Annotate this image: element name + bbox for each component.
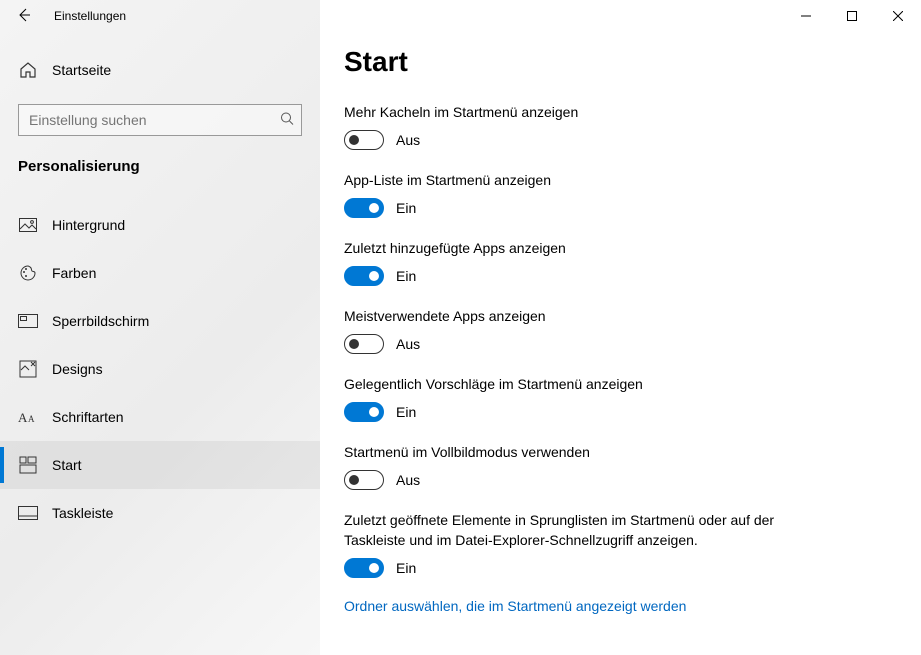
toggle-switch[interactable]: [344, 266, 384, 286]
toggle-row: Aus: [344, 470, 897, 490]
themes-icon: [18, 359, 38, 379]
setting-group: Zuletzt geöffnete Elemente in Sprunglist…: [344, 510, 897, 578]
sidebar-item-label: Schriftarten: [52, 409, 124, 425]
page-title: Start: [344, 46, 897, 78]
toggle-state-label: Aus: [396, 132, 420, 148]
toggle-switch[interactable]: [344, 402, 384, 422]
toggle-row: Ein: [344, 266, 897, 286]
lockscreen-icon: [18, 311, 38, 331]
sidebar-item-label: Hintergrund: [52, 217, 125, 233]
settings-list: Mehr Kacheln im Startmenü anzeigen Aus App…: [344, 102, 897, 578]
toggle-state-label: Aus: [396, 336, 420, 352]
toggle-state-label: Ein: [396, 200, 416, 216]
setting-group: Zuletzt hinzugefügte Apps anzeigen Ein: [344, 238, 897, 286]
choose-folders-link[interactable]: Ordner auswählen, die im Startmenü angez…: [344, 598, 897, 614]
back-button[interactable]: [0, 0, 48, 32]
sidebar: Einstellungen Startseite Personalisierun…: [0, 0, 320, 655]
search-box[interactable]: [18, 104, 302, 136]
setting-group: Gelegentlich Vorschläge im Startmenü anz…: [344, 374, 897, 422]
sidebar-item-farben[interactable]: Farben: [0, 249, 320, 297]
toggle-switch[interactable]: [344, 130, 384, 150]
toggle-knob: [369, 271, 379, 281]
window-controls: [783, 0, 921, 32]
setting-group: App-Liste im Startmenü anzeigen Ein: [344, 170, 897, 218]
app-title: Einstellungen: [48, 9, 126, 23]
toggle-knob: [349, 475, 359, 485]
sidebar-item-schriftarten[interactable]: AA Schriftarten: [0, 393, 320, 441]
back-arrow-icon: [16, 7, 32, 26]
setting-label: Startmenü im Vollbildmodus verwenden: [344, 442, 824, 462]
sidebar-item-hintergrund[interactable]: Hintergrund: [0, 201, 320, 249]
setting-label: Meistverwendete Apps anzeigen: [344, 306, 824, 326]
toggle-switch[interactable]: [344, 198, 384, 218]
close-icon: [893, 8, 903, 24]
toggle-state-label: Aus: [396, 472, 420, 488]
toggle-switch[interactable]: [344, 470, 384, 490]
minimize-icon: [801, 8, 811, 24]
toggle-row: Ein: [344, 558, 897, 578]
taskbar-icon: [18, 503, 38, 523]
minimize-button[interactable]: [783, 0, 829, 32]
sidebar-item-label: Taskleiste: [52, 505, 113, 521]
search-input[interactable]: [18, 104, 302, 136]
setting-group: Startmenü im Vollbildmodus verwenden Aus: [344, 442, 897, 490]
setting-label: Mehr Kacheln im Startmenü anzeigen: [344, 102, 824, 122]
toggle-knob: [369, 407, 379, 417]
toggle-knob: [369, 563, 379, 573]
toggle-row: Aus: [344, 334, 897, 354]
setting-group: Meistverwendete Apps anzeigen Aus: [344, 306, 897, 354]
sidebar-item-label: Start: [52, 457, 82, 473]
toggle-knob: [349, 135, 359, 145]
sidebar-item-label: Sperrbildschirm: [52, 313, 149, 329]
toggle-state-label: Ein: [396, 268, 416, 284]
sidebar-item-label: Farben: [52, 265, 96, 281]
toggle-row: Ein: [344, 198, 897, 218]
sidebar-section-header: Personalisierung: [0, 136, 320, 187]
sidebar-item-taskleiste[interactable]: Taskleiste: [0, 489, 320, 537]
palette-icon: [18, 263, 38, 283]
toggle-row: Aus: [344, 130, 897, 150]
fonts-icon: AA: [18, 407, 38, 427]
sidebar-home[interactable]: Startseite: [0, 50, 320, 90]
titlebar: Einstellungen: [0, 0, 320, 32]
toggle-state-label: Ein: [396, 404, 416, 420]
toggle-knob: [369, 203, 379, 213]
toggle-switch[interactable]: [344, 334, 384, 354]
maximize-icon: [847, 8, 857, 24]
svg-text:A: A: [28, 414, 35, 424]
search-icon: [280, 112, 294, 129]
setting-group: Mehr Kacheln im Startmenü anzeigen Aus: [344, 102, 897, 150]
sidebar-item-label: Designs: [52, 361, 103, 377]
home-icon: [18, 60, 38, 80]
setting-label: Zuletzt geöffnete Elemente in Sprunglist…: [344, 510, 824, 550]
toggle-knob: [349, 339, 359, 349]
setting-label: Gelegentlich Vorschläge im Startmenü anz…: [344, 374, 824, 394]
setting-label: Zuletzt hinzugefügte Apps anzeigen: [344, 238, 824, 258]
toggle-switch[interactable]: [344, 558, 384, 578]
sidebar-home-label: Startseite: [52, 62, 111, 78]
sidebar-nav-list: Hintergrund Farben Sperrbildschirm Desig…: [0, 201, 320, 537]
sidebar-item-start[interactable]: Start: [0, 441, 320, 489]
sidebar-item-sperrbildschirm[interactable]: Sperrbildschirm: [0, 297, 320, 345]
maximize-button[interactable]: [829, 0, 875, 32]
start-tiles-icon: [18, 455, 38, 475]
setting-label: App-Liste im Startmenü anzeigen: [344, 170, 824, 190]
svg-text:A: A: [18, 410, 28, 425]
toggle-state-label: Ein: [396, 560, 416, 576]
picture-icon: [18, 215, 38, 235]
toggle-row: Ein: [344, 402, 897, 422]
close-button[interactable]: [875, 0, 921, 32]
sidebar-item-designs[interactable]: Designs: [0, 345, 320, 393]
main-content: Start Mehr Kacheln im Startmenü anzeigen…: [320, 0, 921, 655]
